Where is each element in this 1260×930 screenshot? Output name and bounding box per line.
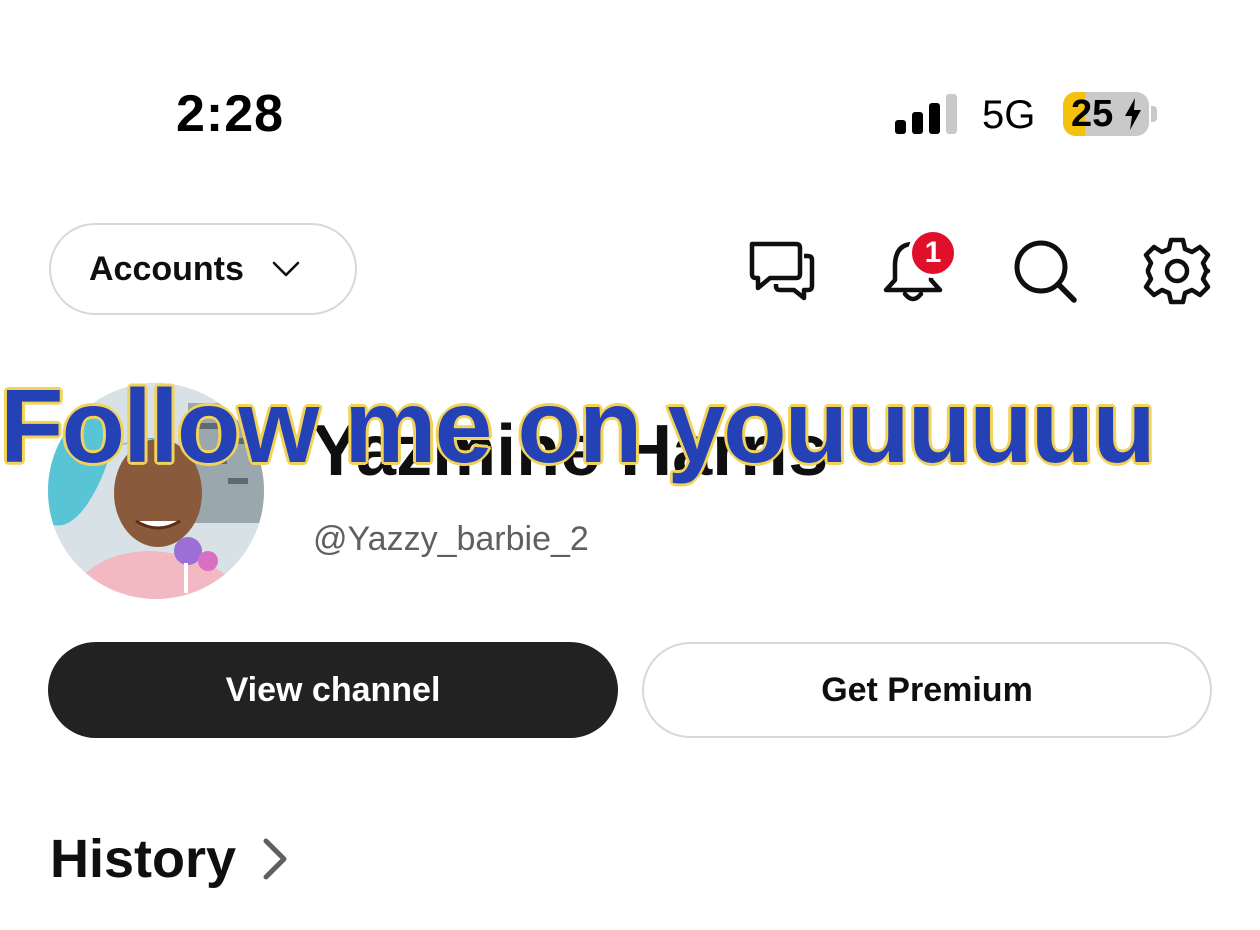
account-page: 2:28 5G 25 Accounts 1 Yazmine Harris @Ya…	[0, 0, 1260, 930]
signal-bar	[895, 120, 906, 134]
chevron-right-icon	[263, 838, 287, 880]
messages-button[interactable]	[746, 236, 816, 306]
battery-indicator: 25	[1063, 92, 1149, 136]
get-premium-button[interactable]: Get Premium	[642, 642, 1212, 738]
battery-cap	[1151, 106, 1157, 122]
network-type: 5G	[982, 93, 1036, 137]
signal-bar	[912, 112, 923, 134]
messages-icon	[749, 241, 815, 301]
gear-icon	[1143, 237, 1211, 305]
cellular-signal-icon	[895, 94, 957, 134]
notification-badge: 1	[908, 228, 958, 278]
signal-bar	[946, 94, 957, 134]
status-time: 2:28	[176, 85, 285, 143]
charging-bolt-icon	[1125, 98, 1141, 130]
chevron-down-icon	[272, 261, 300, 277]
channel-handle: @Yazzy_barbie_2	[313, 520, 589, 558]
search-icon	[1014, 240, 1077, 303]
signal-bar	[929, 103, 940, 134]
settings-button[interactable]	[1142, 236, 1212, 306]
battery-level: 25	[1071, 93, 1114, 135]
view-channel-button[interactable]: View channel	[48, 642, 618, 738]
history-title: History	[50, 829, 237, 889]
video-caption-overlay: Follow me on youuuuuu	[0, 367, 1158, 487]
accounts-dropdown[interactable]: Accounts	[49, 223, 357, 315]
search-button[interactable]	[1010, 236, 1080, 306]
accounts-label: Accounts	[89, 249, 244, 288]
history-section-header[interactable]: History	[50, 828, 288, 890]
